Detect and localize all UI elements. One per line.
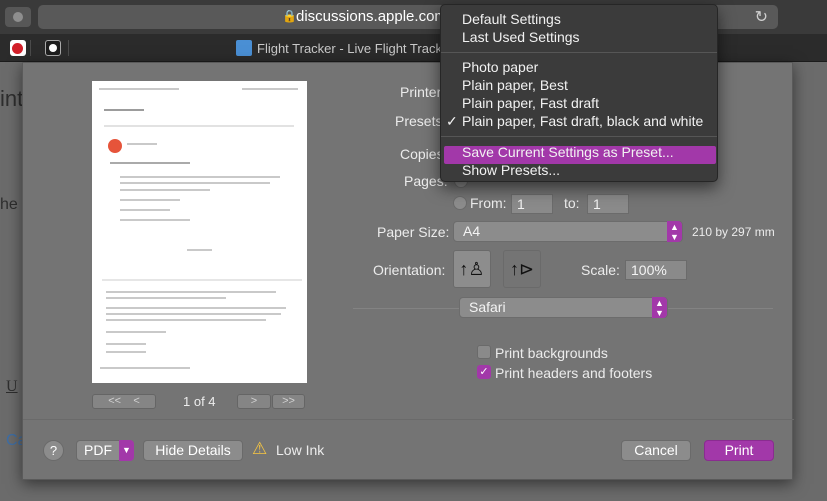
footer-divider [23, 419, 794, 420]
favorite-github-icon[interactable] [45, 40, 61, 56]
preview-avatar [108, 139, 122, 153]
menu-item-last-used-settings[interactable]: Last Used Settings [462, 29, 580, 45]
preview-line [120, 219, 190, 221]
sidebar-icon [13, 12, 23, 22]
to-label: to: [564, 195, 580, 211]
underline-icon: U [6, 378, 18, 395]
print-backgrounds-label: Print backgrounds [495, 345, 608, 361]
menu-separator [441, 136, 717, 137]
preview-line [102, 279, 302, 281]
preview-line [242, 88, 298, 90]
hide-details-button[interactable]: Hide Details [143, 440, 243, 461]
sidebar-toggle-button[interactable] [5, 7, 31, 27]
menu-item-save-preset[interactable]: Save Current Settings as Preset... [462, 144, 674, 160]
plane-icon [236, 40, 252, 56]
preview-line [99, 88, 179, 90]
preview-line [106, 313, 281, 315]
low-ink-status: Low Ink [276, 442, 325, 458]
preview-line [120, 209, 170, 211]
paper-dimensions: 210 by 297 mm [692, 225, 775, 239]
menu-item-plain-paper-best[interactable]: Plain paper, Best [462, 77, 568, 93]
menu-item-plain-paper-fast-draft[interactable]: Plain paper, Fast draft [462, 95, 599, 111]
menu-item-default-settings[interactable]: Default Settings [462, 11, 561, 27]
scale-label: Scale: [581, 262, 620, 278]
portrait-person-icon: ↑♙ [459, 259, 485, 279]
orientation-label: Orientation: [373, 262, 446, 278]
preview-line [106, 331, 166, 333]
tab-separator [30, 40, 31, 56]
preview-line [104, 109, 144, 111]
pdf-button[interactable]: PDF [76, 440, 120, 461]
presets-label: Presets [395, 113, 443, 129]
landscape-person-icon: ↑⊳ [509, 259, 535, 279]
pages-range-radio[interactable] [453, 196, 467, 210]
menu-item-plain-paper-fast-draft-bw[interactable]: Plain paper, Fast draft, black and white [446, 113, 703, 130]
last-page-button[interactable]: >> [272, 394, 305, 409]
page-text-fragment: int [0, 86, 24, 111]
preview-line [100, 367, 190, 369]
print-headers-footers-label: Print headers and footers [495, 365, 653, 381]
pdf-menu-chevron-icon[interactable]: ▼ [119, 440, 134, 461]
preview-line [120, 182, 270, 184]
menu-separator [441, 52, 717, 53]
scale-input[interactable]: 100% [625, 260, 687, 280]
print-button[interactable]: Print [704, 440, 774, 461]
menu-item-show-presets[interactable]: Show Presets... [462, 162, 560, 178]
preview-line [120, 176, 280, 178]
preview-line [106, 307, 286, 309]
print-backgrounds-checkbox[interactable] [477, 345, 491, 359]
warning-icon: ⚠ [252, 439, 268, 458]
preview-nav-back-group[interactable]: << < [92, 394, 156, 409]
presets-menu: Default Settings Last Used Settings Phot… [440, 4, 718, 182]
next-page-button[interactable]: > [237, 394, 271, 409]
page-text-fragment: he [0, 196, 18, 213]
to-page-input[interactable]: 1 [587, 194, 629, 214]
help-button[interactable]: ? [43, 440, 64, 461]
preview-line [187, 249, 212, 251]
menu-item-photo-paper[interactable]: Photo paper [462, 59, 538, 75]
lock-icon: 🔒 [282, 9, 297, 23]
preview-line [127, 143, 157, 145]
from-label: From: [470, 195, 507, 211]
preview-line [120, 189, 210, 191]
tab-separator [68, 40, 69, 56]
chevron-updown-icon: ▲ ▼ [652, 297, 667, 318]
print-preview [92, 81, 307, 383]
app-options-select[interactable]: Safari ▲ ▼ [459, 297, 668, 318]
chevron-updown-icon: ▲ ▼ [667, 221, 682, 242]
preview-line [106, 319, 266, 321]
paper-size-label: Paper Size: [377, 224, 450, 240]
print-headers-footers-checkbox[interactable]: ✓ [477, 365, 491, 379]
preview-line [110, 162, 190, 164]
portrait-orientation-button[interactable]: ↑♙ [453, 250, 491, 288]
preview-line [104, 125, 294, 127]
preview-line [106, 351, 146, 353]
page-indicator: 1 of 4 [183, 394, 216, 409]
printer-label: Printer [400, 84, 442, 100]
copies-label: Copies [400, 146, 444, 162]
reload-icon[interactable]: ↻ [755, 7, 768, 27]
tab-flight-tracker[interactable]: Flight Tracker - Live Flight Tracking [257, 41, 459, 56]
from-page-input[interactable]: 1 [511, 194, 553, 214]
landscape-orientation-button[interactable]: ↑⊳ [503, 250, 541, 288]
preview-line [106, 297, 226, 299]
favorite-apple-icon[interactable] [10, 40, 26, 56]
preview-line [106, 343, 146, 345]
preview-line [120, 199, 180, 201]
paper-size-select[interactable]: A4 ▲ ▼ [453, 221, 683, 242]
checkmark-icon: ✓ [479, 366, 489, 378]
cancel-button[interactable]: Cancel [621, 440, 691, 461]
preview-line [106, 291, 276, 293]
